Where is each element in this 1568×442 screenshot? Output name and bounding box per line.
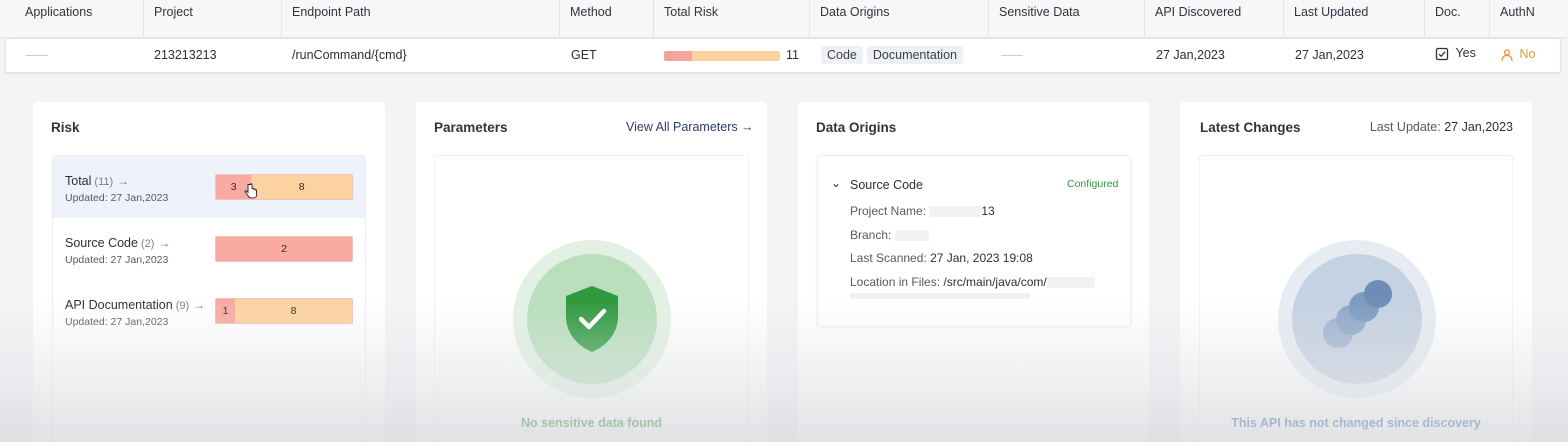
branch-row: Branch: xyxy=(850,228,929,242)
risk-item-bar: 3 8 xyxy=(215,174,353,200)
risk-list: Total (11) → Updated: 27 Jan,2023 3 8 Sour… xyxy=(52,155,366,442)
total-risk-bar xyxy=(664,51,780,61)
arrow-right-icon: → xyxy=(117,174,130,188)
parameters-title: Parameters xyxy=(434,120,508,135)
project-name-row: Project Name: 13 xyxy=(850,204,995,218)
risk-item-label: API Documentation (9) → xyxy=(65,298,206,312)
risk-item-bar: 1 8 xyxy=(215,298,353,324)
arrow-right-icon: → xyxy=(158,236,171,250)
col-sensitive-data[interactable]: Sensitive Data xyxy=(999,5,1080,19)
no-changes-text: This API has not changed since discovery xyxy=(1231,416,1481,430)
risk-item-label: Source Code (2) → xyxy=(65,236,171,250)
parameters-card: Parameters View All Parameters → No sens… xyxy=(416,102,767,442)
col-endpoint-path[interactable]: Endpoint Path xyxy=(292,5,371,19)
col-method[interactable]: Method xyxy=(570,5,612,19)
col-last-updated[interactable]: Last Updated xyxy=(1294,5,1368,19)
location-row: Location in Files: /src/main/java/com/ xyxy=(850,275,1095,289)
risk-title: Risk xyxy=(51,120,80,135)
doc-value: Yes xyxy=(1455,46,1476,60)
origin-tag: Documentation xyxy=(866,46,963,64)
data-origins-card: Data Origins ⌄ Source Code Configured Pr… xyxy=(798,102,1149,442)
col-doc[interactable]: Doc. xyxy=(1435,5,1461,19)
chevron-down-icon[interactable]: ⌄ xyxy=(831,176,841,190)
latest-changes-title: Latest Changes xyxy=(1200,120,1301,135)
hand-pointer-cursor-icon xyxy=(244,183,257,199)
doc-cell: Yes xyxy=(1435,46,1476,61)
updated-cell: 27 Jan,2023 xyxy=(1295,48,1364,62)
empty-dash xyxy=(26,55,48,56)
risk-item-label: Total (11) → xyxy=(65,174,130,188)
arrow-right-icon: → xyxy=(193,298,206,312)
authn-value: No xyxy=(1519,47,1536,61)
risk-seg-orange: 8 xyxy=(251,175,352,199)
risk-card: Risk Total (11) → Updated: 27 Jan,2023 3 8… xyxy=(33,102,385,442)
table-header: Applications Project Endpoint Path Metho… xyxy=(0,0,1568,38)
parameters-body: No sensitive data found xyxy=(434,155,749,442)
risk-seg-red: 1 xyxy=(216,299,236,323)
last-update: Last Update: 27 Jan,2023 xyxy=(1369,120,1513,134)
risk-item-updated: Updated: 27 Jan,2023 xyxy=(65,316,169,328)
source-code-label[interactable]: Source Code xyxy=(850,178,923,192)
risk-item-bar: 2 xyxy=(215,236,353,262)
risk-item-api-documentation[interactable]: API Documentation (9) → Updated: 27 Jan,20… xyxy=(53,280,365,342)
project-cell: 213213213 xyxy=(154,48,217,62)
latest-changes-body: This API has not changed since discovery xyxy=(1199,155,1513,442)
shield-check-icon xyxy=(566,286,618,352)
discovered-cell: 27 Jan,2023 xyxy=(1156,48,1225,62)
risk-item-total[interactable]: Total (11) → Updated: 27 Jan,2023 3 8 xyxy=(53,156,365,218)
risk-seg-red: 2 xyxy=(216,237,352,261)
last-scanned-row: Last Scanned: 27 Jan, 2023 19:08 xyxy=(850,251,1033,265)
table-row[interactable]: 213213213 /runCommand/{cmd} GET 11 Code D… xyxy=(5,38,1561,73)
risk-item-source-code[interactable]: Source Code (2) → Updated: 27 Jan,2023 2 xyxy=(53,218,365,280)
origin-tag: Code xyxy=(821,46,863,64)
col-api-discovered[interactable]: API Discovered xyxy=(1155,5,1241,19)
data-origins-title: Data Origins xyxy=(816,120,897,135)
risk-bar-red xyxy=(664,51,692,61)
latest-changes-card: Latest Changes Last Update: 27 Jan,2023 … xyxy=(1180,102,1532,442)
timeline-dots-icon xyxy=(1323,280,1392,348)
col-applications[interactable]: Applications xyxy=(25,5,92,19)
risk-seg-orange: 8 xyxy=(235,299,352,323)
col-authn[interactable]: AuthN xyxy=(1500,5,1535,19)
col-data-origins[interactable]: Data Origins xyxy=(820,5,889,19)
endpoint-cell: /runCommand/{cmd} xyxy=(292,48,407,62)
origins-cell: Code Documentation xyxy=(821,46,967,64)
col-project[interactable]: Project xyxy=(154,5,193,19)
source-code-panel: ⌄ Source Code Configured Project Name: 1… xyxy=(817,155,1131,327)
risk-item-updated: Updated: 27 Jan,2023 xyxy=(65,254,169,266)
risk-bar-orange xyxy=(691,51,780,61)
col-total-risk[interactable]: Total Risk xyxy=(664,5,718,19)
authn-user-icon xyxy=(1501,49,1513,61)
doc-check-icon xyxy=(1435,47,1449,60)
risk-item-updated: Updated: 27 Jan,2023 xyxy=(65,192,169,204)
authn-cell: No xyxy=(1500,47,1535,62)
view-all-parameters-link[interactable]: View All Parameters → xyxy=(626,120,754,134)
no-sensitive-data-text: No sensitive data found xyxy=(521,416,662,430)
configured-status: Configured xyxy=(1067,178,1119,190)
method-cell: GET xyxy=(571,48,597,62)
risk-total-cell: 11 xyxy=(786,48,799,62)
empty-dash xyxy=(1001,55,1023,56)
location-continuation-blurred xyxy=(850,293,1030,299)
